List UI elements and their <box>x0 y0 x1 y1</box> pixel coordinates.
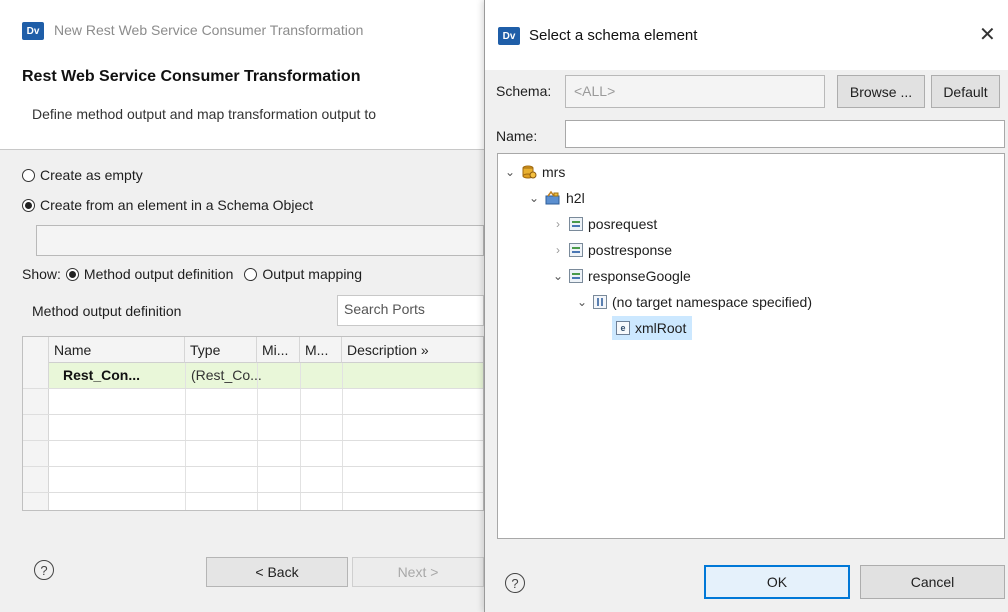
tree-node-label: xmlRoot <box>635 320 687 336</box>
tree-node-label: h2l <box>566 190 585 206</box>
column-header-description[interactable]: Description » <box>342 337 483 363</box>
app-logo-icon: Dv <box>22 22 44 40</box>
back-button[interactable]: < Back <box>206 557 348 587</box>
row-name-cell: Rest_Con... <box>63 367 141 383</box>
schema-element-field[interactable] <box>36 225 484 256</box>
tree-node-posrequest[interactable]: › posrequest <box>552 212 657 236</box>
output-mapping-radio[interactable] <box>244 267 258 281</box>
row-divider <box>23 414 483 415</box>
chevron-down-icon[interactable]: ⌄ <box>528 191 540 205</box>
method-output-section-label: Method output definition <box>32 303 182 319</box>
column-divider <box>257 363 258 510</box>
column-divider <box>300 363 301 510</box>
tree-node-label: (no target namespace specified) <box>612 294 812 310</box>
wizard-header-description: Define method output and map transformat… <box>32 106 376 122</box>
schema-label: Schema: <box>496 83 552 99</box>
column-divider <box>342 363 343 510</box>
tree-node-namespace[interactable]: ⌄ (no target namespace specified) <box>576 290 812 314</box>
repository-icon <box>521 164 537 180</box>
ok-button[interactable]: OK <box>704 565 850 599</box>
row-divider <box>23 466 483 467</box>
tree-node-responsegoogle[interactable]: ⌄ responseGoogle <box>552 264 691 288</box>
create-from-schema-label: Create from an element in a Schema Objec… <box>40 197 314 213</box>
schema-field: <ALL> <box>565 75 825 108</box>
chevron-right-icon[interactable]: › <box>552 217 564 231</box>
show-options: Show: Method output definition Output ma… <box>22 266 362 282</box>
wizard-help-icon[interactable]: ? <box>34 560 54 580</box>
dialog-title-bar: Dv Select a schema element ✕ <box>485 0 1008 70</box>
chevron-down-icon[interactable]: ⌄ <box>552 269 564 283</box>
chevron-right-icon[interactable]: › <box>552 243 564 257</box>
next-button[interactable]: Next > <box>352 557 484 587</box>
tree-node-xmlroot[interactable]: e xmlRoot <box>612 316 693 340</box>
selected-tree-item[interactable]: e xmlRoot <box>612 316 693 340</box>
wizard-header: Rest Web Service Consumer Transformation… <box>0 52 484 150</box>
element-icon: e <box>616 321 630 335</box>
show-label: Show: <box>22 266 61 282</box>
row-divider <box>23 492 483 493</box>
chevron-down-icon[interactable]: ⌄ <box>504 165 516 179</box>
name-input[interactable] <box>565 120 1005 148</box>
schema-tree: ⌄ mrs ⌄ h2l › posrequest › postresponse … <box>497 153 1005 539</box>
column-header-type[interactable]: Type <box>185 337 257 363</box>
wizard-title: New Rest Web Service Consumer Transforma… <box>54 22 364 38</box>
row-gutter <box>23 337 49 510</box>
project-icon <box>545 190 561 206</box>
tree-node-label: responseGoogle <box>588 268 691 284</box>
tree-node-label: postresponse <box>588 242 673 258</box>
create-empty-option[interactable]: Create as empty <box>22 167 143 183</box>
dialog-logo-icon: Dv <box>498 27 520 45</box>
schema-icon <box>569 243 583 257</box>
tree-node-label: posrequest <box>588 216 658 232</box>
column-divider <box>185 363 186 510</box>
schema-icon <box>569 269 583 283</box>
cancel-button[interactable]: Cancel <box>860 565 1005 599</box>
namespace-icon <box>593 295 607 309</box>
wizard-title-bar: Dv New Rest Web Service Consumer Transfo… <box>0 0 484 52</box>
output-mapping-label: Output mapping <box>262 266 362 282</box>
close-icon[interactable]: ✕ <box>979 22 996 47</box>
tree-node-label: mrs <box>542 164 566 180</box>
table-row[interactable]: Rest_Con... (Rest_Co... <box>49 363 483 388</box>
row-divider <box>23 440 483 441</box>
create-from-schema-option[interactable]: Create from an element in a Schema Objec… <box>22 197 313 213</box>
browse-button[interactable]: Browse ... <box>837 75 925 108</box>
create-empty-radio[interactable] <box>22 168 35 182</box>
row-type-cell: (Rest_Co... <box>191 367 262 383</box>
tree-node-postresponse[interactable]: › postresponse <box>552 238 672 262</box>
dialog-help-icon[interactable]: ? <box>505 573 525 593</box>
tree-node-root[interactable]: ⌄ mrs <box>504 160 565 184</box>
ports-table: Name Type Mi... M... Description » Rest_… <box>22 336 484 511</box>
method-output-definition-radio[interactable] <box>65 267 79 281</box>
method-output-definition-label: Method output definition <box>83 266 234 282</box>
name-label: Name: <box>496 128 538 144</box>
default-button[interactable]: Default <box>931 75 1000 108</box>
tree-node-project[interactable]: ⌄ h2l <box>528 186 585 210</box>
select-schema-element-dialog: Dv Select a schema element ✕ Schema: <AL… <box>484 0 1008 612</box>
wizard-header-title: Rest Web Service Consumer Transformation <box>22 68 361 85</box>
column-header-name[interactable]: Name <box>49 337 185 363</box>
chevron-down-icon[interactable]: ⌄ <box>576 295 588 309</box>
dialog-title: Select a schema element <box>529 27 698 44</box>
wizard-window: Dv New Rest Web Service Consumer Transfo… <box>0 0 485 612</box>
create-empty-label: Create as empty <box>40 167 143 183</box>
schema-icon <box>569 217 583 231</box>
search-ports-input[interactable]: Search Ports <box>337 295 484 326</box>
create-from-schema-radio[interactable] <box>22 198 35 212</box>
row-divider <box>23 388 483 389</box>
column-header-min[interactable]: Mi... <box>257 337 300 363</box>
column-header-max[interactable]: M... <box>300 337 342 363</box>
